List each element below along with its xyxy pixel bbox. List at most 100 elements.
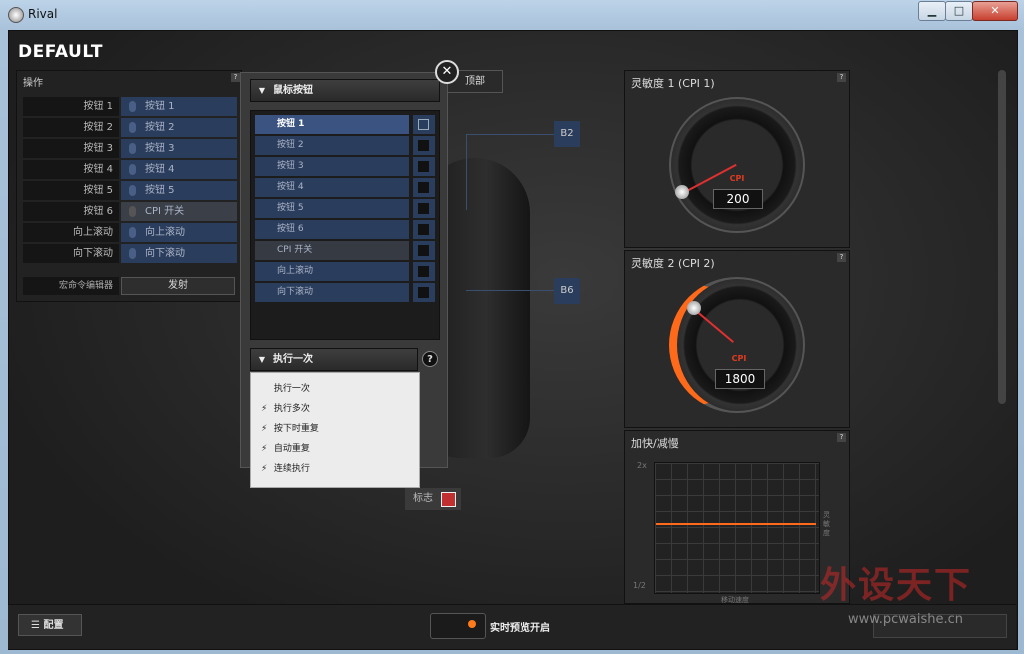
checkbox[interactable] (413, 220, 435, 239)
checkbox-mark (418, 224, 429, 235)
flag-color-swatch[interactable] (441, 492, 456, 507)
menu-item[interactable]: ⚡ 连续执行 (261, 459, 310, 479)
menu-item[interactable]: ⚡ 执行多次 (261, 399, 310, 419)
list-item[interactable]: 按钮 4 (255, 178, 435, 197)
menu-item[interactable]: ⚡ 按下时重复 (261, 419, 319, 439)
button-action-label: 按钮 4 (145, 164, 175, 175)
list-item-label: 按钮 1 (255, 115, 409, 134)
cpi1-gauge[interactable]: CPI 200 (669, 97, 805, 233)
menu-item[interactable]: 执行一次 (261, 379, 310, 399)
acceleration-curve[interactable] (656, 523, 816, 525)
list-item-label: CPI 开关 (255, 241, 409, 260)
menu-item-label: 自动重复 (273, 444, 310, 454)
mouse-icon (129, 101, 136, 112)
button-row-5[interactable]: 按钮 5 按钮 5 (23, 181, 237, 200)
button-row-2[interactable]: 按钮 2 按钮 2 (23, 118, 237, 137)
button-row-scroll-down[interactable]: 向下滚动 向下滚动 (23, 244, 237, 263)
checkbox[interactable] (413, 136, 435, 155)
mouse-icon (129, 248, 136, 259)
list-item[interactable]: 按钮 1 (255, 115, 435, 134)
button-name: 按钮 6 (23, 202, 119, 221)
live-preview-toggle[interactable] (430, 613, 486, 639)
list-item[interactable]: CPI 开关 (255, 241, 435, 260)
watermark-logo: 外设天下 (820, 565, 973, 606)
button-action[interactable]: CPI 开关 (121, 202, 237, 221)
menu-item-label: 按下时重复 (273, 424, 319, 434)
list-item[interactable]: 按钮 2 (255, 136, 435, 155)
checkbox[interactable] (413, 199, 435, 218)
button-name: 按钮 4 (23, 160, 119, 179)
menu-item[interactable]: ⚡ 自动重复 (261, 439, 310, 459)
lightning-icon: ⚡ (261, 424, 268, 434)
mouse-icon (129, 122, 136, 133)
mouse-button-dropdown[interactable]: ▼ 鼠标按钮 (250, 79, 440, 102)
help-icon[interactable]: ? (837, 433, 846, 442)
checkbox[interactable] (413, 241, 435, 260)
button-action[interactable]: 向下滚动 (121, 244, 237, 263)
list-item-label: 按钮 5 (255, 199, 409, 218)
button-action[interactable]: 按钮 3 (121, 139, 237, 158)
button-action[interactable]: 按钮 2 (121, 118, 237, 137)
button-name: 按钮 2 (23, 118, 119, 137)
gauge-knob[interactable] (687, 301, 701, 315)
checkbox[interactable] (413, 262, 435, 281)
y-axis-bottom-label: 1/2 (633, 581, 646, 590)
vertical-scrollbar[interactable] (998, 70, 1006, 404)
help-icon[interactable]: ? (837, 73, 846, 82)
close-icon[interactable]: ✕ (435, 60, 459, 84)
button-name: 按钮 1 (23, 97, 119, 116)
minimize-button[interactable]: ▁ (918, 1, 946, 21)
list-icon: ☰ (31, 620, 44, 631)
cpi1-value[interactable]: 200 (713, 189, 763, 209)
button-row-6[interactable]: 按钮 6 CPI 开关 (23, 202, 237, 221)
callout-line (466, 134, 467, 210)
checkbox[interactable] (413, 283, 435, 302)
triangle-down-icon: ▼ (258, 86, 266, 95)
launch-button[interactable]: 发射 (121, 277, 235, 295)
checkbox-mark (418, 203, 429, 214)
list-item[interactable]: 向下滚动 (255, 283, 435, 302)
list-item[interactable]: 按钮 5 (255, 199, 435, 218)
menu-item-label: 执行多次 (273, 404, 310, 414)
mouse-icon (129, 164, 136, 175)
close-button[interactable]: ✕ (972, 1, 1018, 21)
button-action[interactable]: 按钮 1 (121, 97, 237, 116)
list-item-label: 向上滚动 (255, 262, 409, 281)
button-row-scroll-up[interactable]: 向上滚动 向上滚动 (23, 223, 237, 242)
help-icon[interactable]: ? (231, 73, 240, 82)
button-action[interactable]: 按钮 4 (121, 160, 237, 179)
list-item-label: 按钮 3 (255, 157, 409, 176)
config-button[interactable]: ☰ 配置 (18, 614, 82, 636)
help-icon[interactable]: ? (837, 253, 846, 262)
cpi2-panel: 灵敏度 2 (CPI 2) ? CPI 1800 (624, 250, 850, 428)
button-action[interactable]: 按钮 5 (121, 181, 237, 200)
button-action-label: 向上滚动 (145, 227, 185, 238)
maximize-button[interactable]: □ (945, 1, 973, 21)
list-item[interactable]: 按钮 6 (255, 220, 435, 239)
checkbox[interactable] (413, 115, 435, 134)
actions-panel: 操作 ? 按钮 1 按钮 1 按钮 2 按钮 2 按钮 3 按钮 3 按钮 4 按钮 4… (16, 70, 242, 302)
title-bar[interactable]: Rival ▁ □ ✕ (0, 0, 1024, 30)
list-item[interactable]: 按钮 3 (255, 157, 435, 176)
cpi2-gauge[interactable]: CPI 1800 (669, 277, 805, 413)
button-row-1[interactable]: 按钮 1 按钮 1 (23, 97, 237, 116)
list-item-label: 按钮 4 (255, 178, 409, 197)
callout-b6[interactable]: B6 (554, 278, 580, 304)
button-action[interactable]: 向上滚动 (121, 223, 237, 242)
checkbox-mark (418, 161, 429, 172)
button-row-3[interactable]: 按钮 3 按钮 3 (23, 139, 237, 158)
acceleration-graph[interactable] (654, 462, 820, 594)
cpi2-value[interactable]: 1800 (715, 369, 765, 389)
dropdown-label: 鼠标按钮 (273, 85, 313, 96)
steelseries-logo-icon (8, 7, 24, 23)
cpi2-title: 灵敏度 2 (CPI 2) (631, 257, 715, 270)
list-item[interactable]: 向上滚动 (255, 262, 435, 281)
gauge-knob[interactable] (675, 185, 689, 199)
checkbox[interactable] (413, 178, 435, 197)
lightning-icon: ⚡ (261, 464, 268, 474)
help-icon[interactable]: ? (422, 351, 438, 367)
checkbox[interactable] (413, 157, 435, 176)
execute-mode-dropdown[interactable]: ▼ 执行一次 (250, 348, 418, 371)
button-row-4[interactable]: 按钮 4 按钮 4 (23, 160, 237, 179)
callout-b2[interactable]: B2 (554, 121, 580, 147)
